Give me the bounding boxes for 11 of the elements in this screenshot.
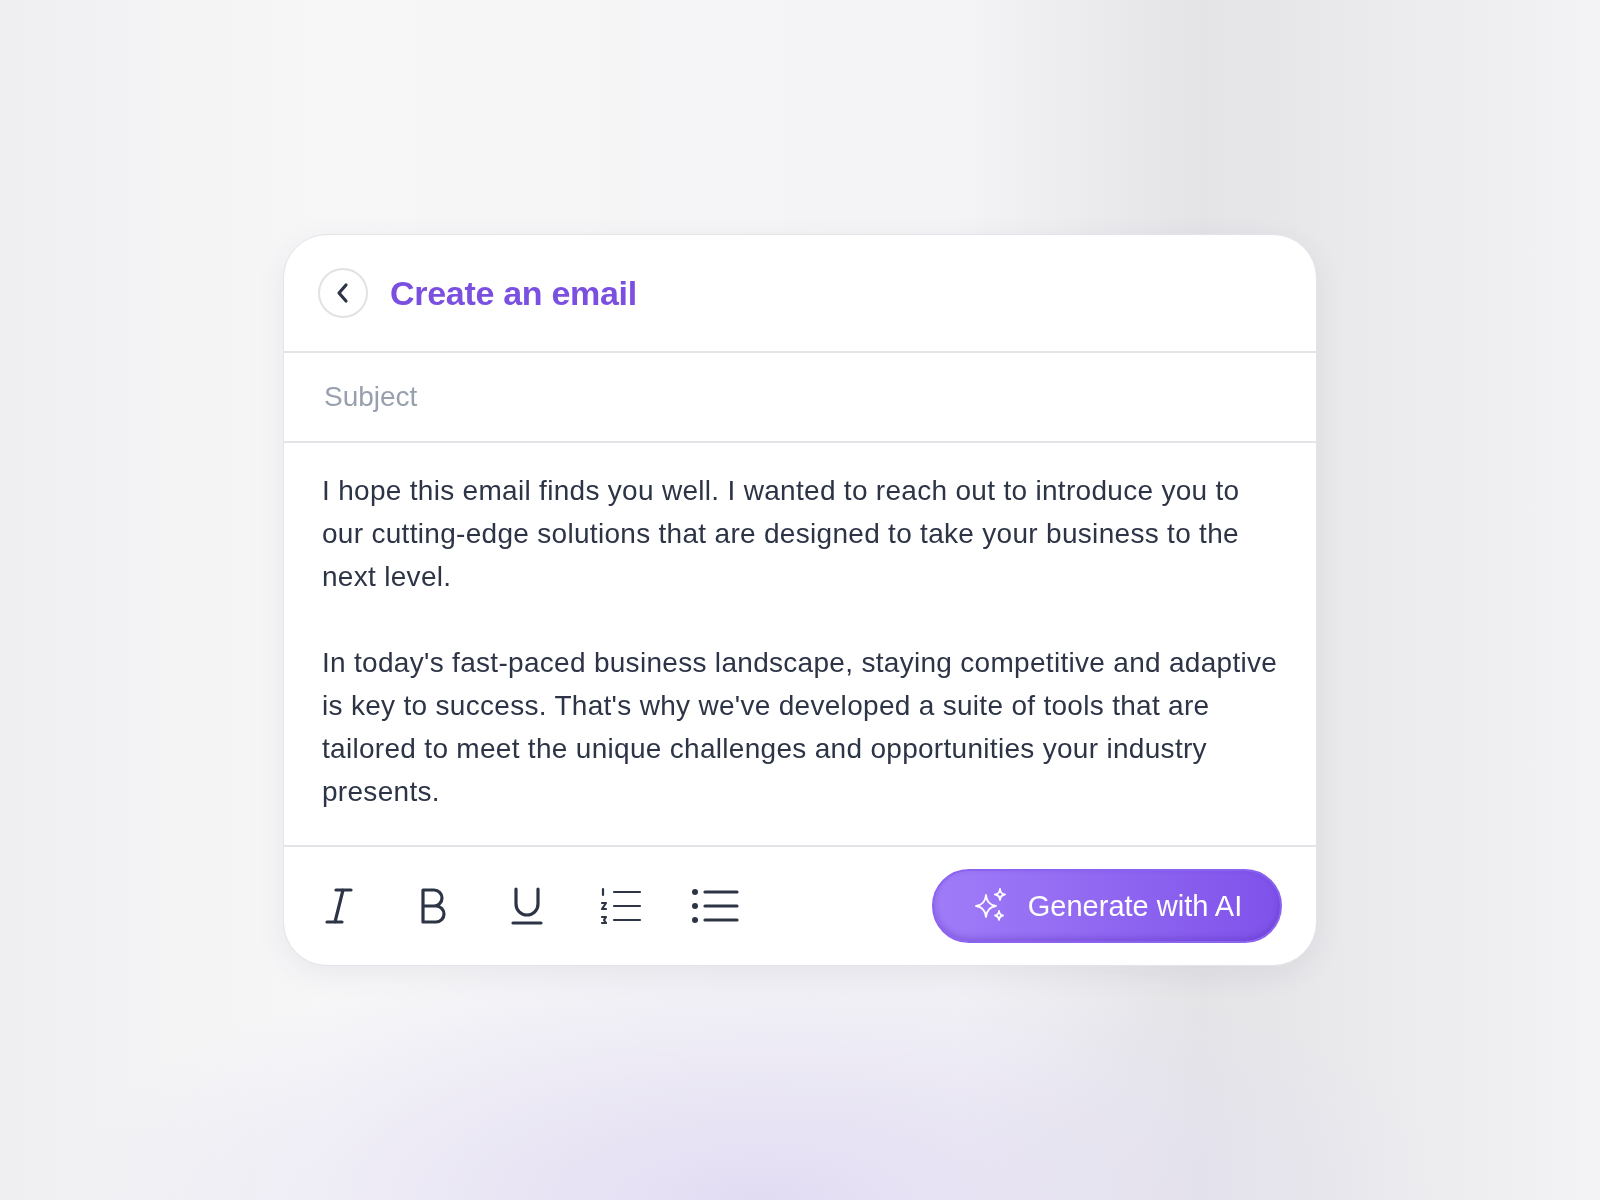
email-paragraph: I hope this email finds you well. I wanted to reach out to introduce you to our cutting-edge solutions that are designed to take your business to the next level. xyxy=(322,474,1241,594)
italic-icon xyxy=(324,887,354,925)
subject-field[interactable]: Subject xyxy=(322,380,1226,414)
page-title: Create an email xyxy=(390,273,637,313)
bold-icon xyxy=(418,887,448,925)
numbered-list-icon xyxy=(600,887,642,925)
back-button[interactable] xyxy=(318,268,368,318)
email-paragraph: In today's fast-paced business landscape, staying competitive and adaptive is key to success. That's why we've developed a suite of tools that are tailored to meet the unique challenges and opportunities your industry presents. xyxy=(322,646,1279,809)
generate-button[interactable]: Generate with AI xyxy=(932,869,1282,943)
underline-icon xyxy=(511,886,543,926)
bullet-list-icon xyxy=(691,887,739,925)
